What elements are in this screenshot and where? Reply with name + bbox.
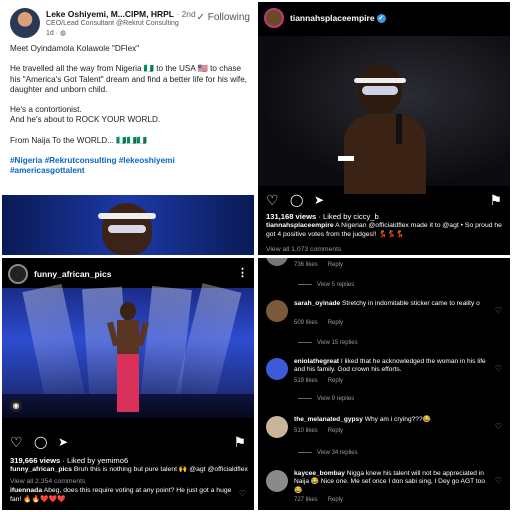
reply-link[interactable]: Reply (328, 262, 343, 268)
top-comment: ifuennada Abeg, does this require voting… (10, 487, 232, 503)
comment-meta: 736 likes Reply (294, 262, 344, 268)
view-replies-link[interactable]: View 34 replies (298, 450, 358, 456)
post-time: 1d · ◍ (46, 30, 67, 37)
heart-icon[interactable]: ♡ (495, 422, 502, 431)
heart-icon[interactable]: ♡ (239, 489, 246, 498)
avatar[interactable] (10, 8, 40, 38)
reply-link[interactable]: Reply (328, 320, 343, 326)
verified-icon: ✓ (376, 14, 386, 24)
reply-link[interactable]: Reply (328, 497, 343, 503)
comment-meta: 510 likes Reply (294, 428, 344, 434)
comment-text: the_melanated_gypsy Why am i crying???😂 (294, 416, 431, 423)
post-paragraph: Meet Oyindamola Kolawole "DFlex" (10, 44, 140, 53)
views-line: 131,168 views · Liked by ciccy_b (266, 212, 379, 221)
author-headline: CEO/Lead Consultant @Rekrut Consulting (46, 20, 179, 27)
username[interactable]: tiannahsplaceempire ✓ (290, 13, 386, 24)
comment-text: eniolathegreat I liked that he acknowled… (294, 358, 486, 374)
post-paragraph: He travelled all the way from Nigeria 🇳🇬… (10, 64, 248, 94)
comment-icon[interactable]: ◯ (290, 192, 303, 208)
heart-icon[interactable]: ♡ (266, 192, 279, 208)
post-header: tiannahsplaceempire ✓ (264, 8, 504, 30)
author-name[interactable]: Leke Oshiyemi, M...CIPM, HRPL · 2nd (46, 9, 196, 19)
post-header: funny_african_pics ⋮ (8, 264, 248, 286)
heart-icon[interactable]: ♡ (495, 364, 502, 373)
bookmark-icon[interactable]: ⚑ (233, 434, 246, 450)
view-replies-link[interactable]: View 15 replies (298, 340, 358, 346)
hashtags[interactable]: #Nigeria #Rekrutconsulting #lekeoshiyemi… (10, 156, 248, 176)
username[interactable]: funny_african_pics (34, 269, 111, 279)
avatar[interactable] (266, 470, 288, 492)
action-bar: ♡ ◯ ➤ ⚑ (266, 192, 502, 208)
comment-icon[interactable]: ◯ (34, 434, 47, 450)
comment-meta: 727 likes Reply (294, 497, 344, 503)
reply-link[interactable]: Reply (328, 378, 343, 384)
send-icon[interactable]: ➤ (314, 192, 324, 208)
globe-icon: ◍ (60, 30, 67, 37)
reply-link[interactable]: Reply (328, 428, 343, 434)
instagram-post-1: tiannahsplaceempire ✓ ♡ ◯ ➤ ⚑ 131,168 vie… (258, 2, 510, 255)
post-paragraph: From Naija To the WORLD... 🇳🇬🇳🇬🇳🇬 (10, 135, 147, 145)
view-comments-link[interactable]: View all 1,073 comments (266, 245, 341, 255)
video-frame[interactable] (258, 36, 510, 194)
eye-mask (108, 225, 146, 233)
comment-meta: 519 likes Reply (294, 378, 344, 384)
headband (98, 213, 156, 219)
comment-meta: 509 likes Reply (294, 320, 344, 326)
bookmark-icon[interactable]: ⚑ (489, 192, 502, 208)
caption: tiannahsplaceempire A Nigerian @official… (266, 222, 502, 238)
views-line: 319,666 views · Liked by yemimo6 (10, 456, 129, 465)
performer-image (338, 64, 433, 194)
action-bar: ♡ ◯ ➤ ⚑ (10, 434, 246, 450)
comments-list: 736 likes Reply View 5 replies sarah_oyin… (258, 258, 510, 510)
video-thumbnail[interactable] (2, 195, 254, 255)
avatar[interactable] (8, 264, 28, 284)
avatar[interactable] (266, 300, 288, 322)
instagram-post-2: funny_african_pics ⋮ ◉ ♡ ◯ ➤ ⚑ 319,666 v… (2, 258, 254, 510)
caption: funny_african_pics Bruh this is nothing … (10, 466, 248, 473)
view-comments-link[interactable]: View all 2,354 comments (10, 477, 85, 487)
avatar[interactable] (266, 358, 288, 380)
mute-icon[interactable]: ◉ (10, 400, 22, 412)
more-icon[interactable]: ⋮ (237, 266, 248, 279)
post-paragraph: He's a contortionist. And he's about to … (10, 105, 161, 125)
performer-image (106, 302, 150, 412)
send-icon[interactable]: ➤ (58, 434, 68, 450)
avatar[interactable] (266, 258, 288, 266)
linkedin-post: Leke Oshiyemi, M...CIPM, HRPL · 2nd CEO/… (2, 2, 254, 255)
post-header: Leke Oshiyemi, M...CIPM, HRPL · 2nd CEO/… (10, 8, 250, 42)
view-replies-link[interactable]: View 5 replies (298, 282, 354, 288)
heart-icon[interactable]: ♡ (495, 306, 502, 315)
heart-icon[interactable]: ♡ (10, 434, 23, 450)
avatar[interactable] (264, 8, 284, 28)
video-frame[interactable]: ◉ (2, 283, 254, 420)
avatar[interactable] (266, 416, 288, 438)
following-button[interactable]: ✓ Following (197, 12, 250, 23)
post-body: Meet Oyindamola Kolawole "DFlex" He trav… (10, 44, 248, 187)
comment-text: kaycee_bombay Nigga knew his talent will… (294, 470, 485, 494)
view-replies-link[interactable]: View 9 replies (298, 396, 354, 402)
heart-icon[interactable]: ♡ (495, 476, 502, 485)
comment-text: sarah_oyinade Stretchy in indomitable st… (294, 300, 480, 307)
